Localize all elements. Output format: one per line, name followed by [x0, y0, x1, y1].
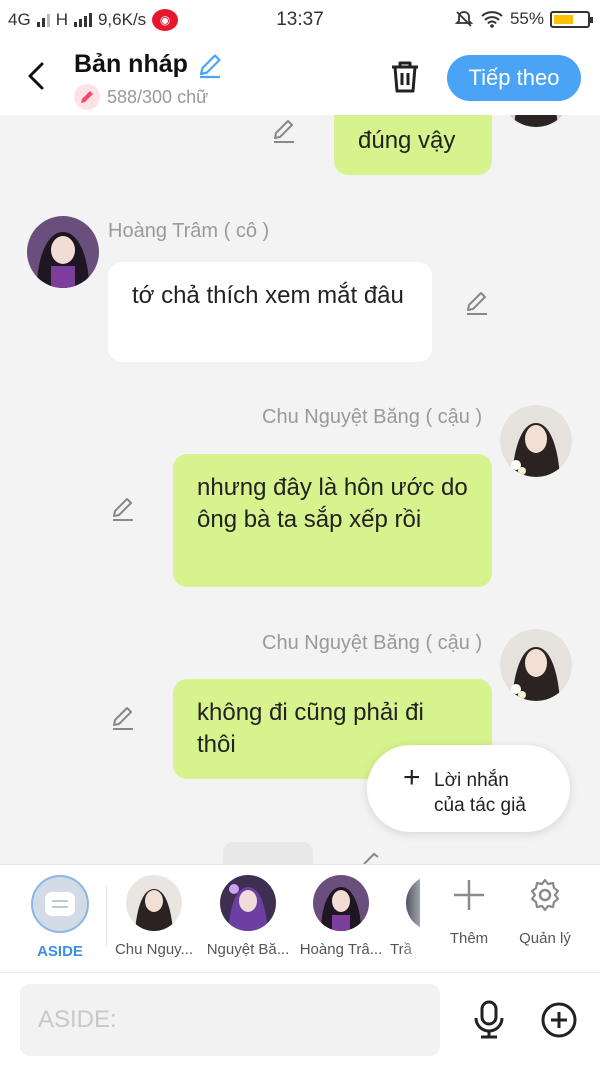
message-input[interactable] [20, 984, 440, 1056]
plus-icon: + [403, 761, 421, 794]
sender-name: Chu Nguyệt Băng ( cậu ) [262, 406, 483, 428]
message-bubble[interactable]: đúng vậy [334, 115, 492, 175]
message-bubble[interactable]: nhưng đây là hôn ước do ông bà ta sắp xế… [173, 454, 492, 587]
avatar [220, 875, 276, 931]
word-count-text: 588/300 chữ [107, 86, 209, 107]
character-strip: ASIDE Chu Nguy... Nguyệt Bă... Hoàng Trâ… [0, 864, 600, 972]
battery-icon [550, 10, 593, 28]
avatar[interactable] [27, 216, 99, 288]
character-item[interactable]: Chu Nguy... [108, 875, 200, 958]
edit-icon[interactable] [352, 850, 380, 864]
manage-label: Quản lý [519, 930, 571, 947]
avatar[interactable] [500, 629, 572, 701]
pencil-badge-icon [74, 84, 100, 110]
character-label: Chu Nguy... [114, 941, 194, 958]
top-bar: Bản nháp 588/300 chữ Tiếp theo [0, 40, 600, 115]
author-note-label: Lời nhắn của tác giả [434, 770, 526, 816]
trash-icon[interactable] [388, 58, 422, 96]
message-bubble[interactable]: tớ chả thích xem mắt đâu [108, 262, 432, 362]
manage-button[interactable]: Quản lý [510, 877, 580, 947]
input-bar [0, 972, 600, 1067]
character-label: ASIDE [37, 943, 83, 960]
status-bar: 4G H 9,6K/s ◉ 13:37 55% [0, 0, 600, 40]
add-label: Thêm [449, 930, 489, 947]
avatar [126, 875, 182, 931]
sender-name: Chu Nguyệt Băng ( cậu ) [262, 632, 483, 654]
next-button[interactable]: Tiếp theo [447, 55, 581, 101]
character-item[interactable]: Nguyệt Bă... [202, 875, 294, 958]
gear-icon [530, 878, 560, 912]
microphone-icon[interactable] [470, 999, 508, 1039]
edit-icon[interactable] [109, 704, 137, 732]
status-right: 55% [454, 9, 593, 29]
wifi-icon [481, 11, 503, 28]
aside-icon [31, 875, 89, 933]
word-count: 588/300 chữ [74, 84, 208, 110]
plus-icon [454, 880, 484, 910]
author-note-button[interactable]: + Lời nhắn của tác giả [367, 745, 570, 832]
scroll-fade [400, 865, 436, 971]
avatar[interactable] [500, 115, 572, 127]
edit-icon[interactable] [270, 117, 298, 145]
edit-icon[interactable] [463, 289, 491, 317]
battery-percent: 55% [509, 9, 544, 28]
back-arrow-icon[interactable] [22, 58, 52, 94]
mute-icon [454, 11, 474, 27]
avatar[interactable] [500, 405, 572, 477]
add-circle-icon[interactable] [540, 1001, 578, 1039]
add-character-button[interactable]: Thêm [434, 877, 504, 947]
divider [106, 885, 107, 947]
title-text: Bản nháp [74, 50, 188, 78]
pencil-icon[interactable] [196, 51, 224, 79]
character-label: Nguyệt Bă... [206, 941, 290, 958]
character-aside[interactable]: ASIDE [14, 875, 106, 960]
sender-name: Hoàng Trâm ( cô ) [108, 220, 270, 242]
edit-icon[interactable] [109, 495, 137, 523]
page-title: Bản nháp [74, 50, 224, 79]
